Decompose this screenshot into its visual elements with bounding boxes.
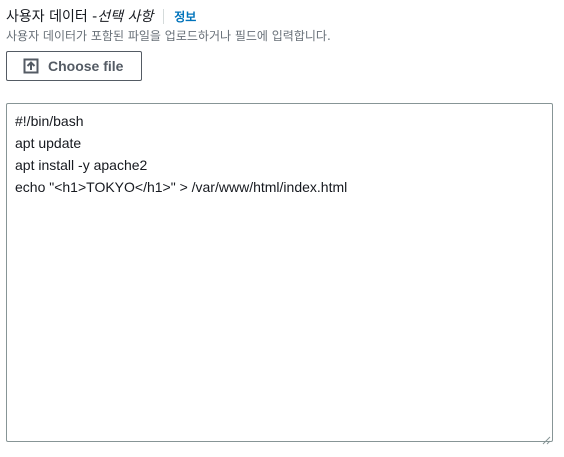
- user-data-field-header: 사용자 데이터 - 선택 사항 정보: [6, 5, 196, 27]
- choose-file-button[interactable]: Choose file: [6, 51, 142, 81]
- code-line: #!/bin/bash: [15, 113, 84, 129]
- code-line: echo "<h1>TOKYO</h1>" > /var/www/html/in…: [15, 179, 348, 195]
- code-line: apt update: [15, 135, 82, 151]
- resize-handle-icon[interactable]: [541, 430, 551, 445]
- field-description: 사용자 데이터가 포함된 파일을 업로드하거나 필드에 입력합니다.: [6, 29, 331, 43]
- info-link[interactable]: 정보: [174, 8, 196, 25]
- upload-icon: [23, 58, 39, 74]
- optional-label: 선택 사항: [97, 9, 154, 25]
- field-label: 사용자 데이터 -: [6, 9, 98, 25]
- code-line: apt install -y apache2: [15, 157, 148, 173]
- separator: [163, 8, 165, 24]
- choose-file-label: Choose file: [48, 58, 124, 74]
- user-data-textarea[interactable]: #!/bin/bash apt update apt install -y ap…: [6, 103, 553, 445]
